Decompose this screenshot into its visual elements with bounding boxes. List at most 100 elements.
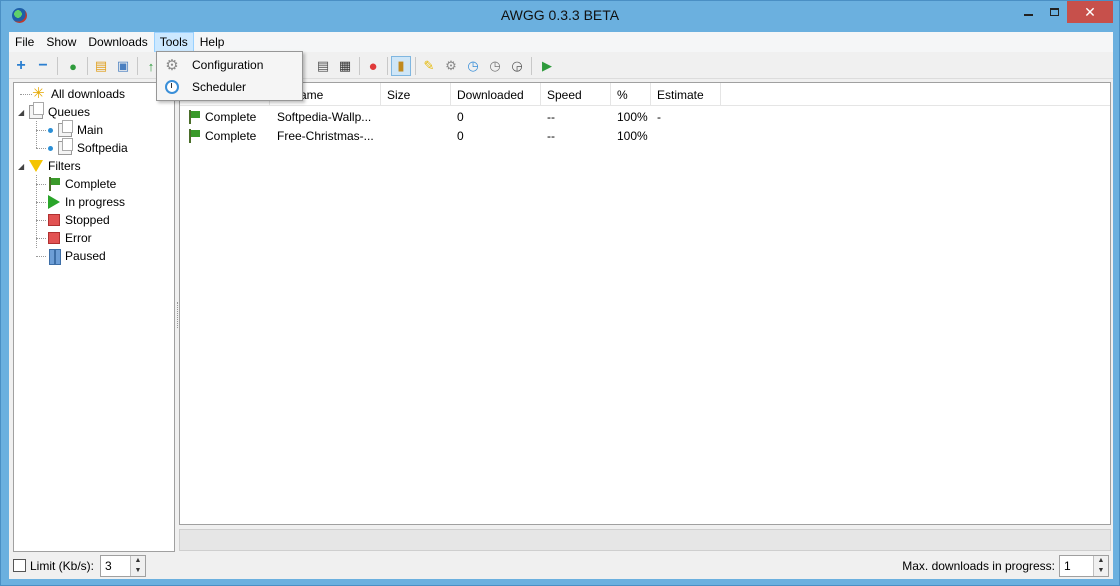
column-header-percent[interactable]: % [611,83,651,106]
app-window: AWGG 0.3.3 BETA ✕ File Show Downloads To… [0,0,1120,586]
table-row[interactable]: Complete Free-Christmas-... 0 -- 100% [180,127,1110,146]
document-dark-icon: ▦ [338,58,352,73]
globe-icon: ● [69,58,77,74]
clock-icon: ◷ [467,58,479,73]
exit-button[interactable]: ▶ [537,56,557,76]
list-header: ame Size Downloaded Speed % Estimate [180,83,1110,106]
name-cell: Softpedia-Wallp... [277,110,372,124]
tree-connector [36,256,46,257]
status-text: Complete [205,129,257,143]
limit-value[interactable]: 3 [105,559,112,573]
menu-item-scheduler[interactable]: Scheduler [158,76,301,98]
title-bar[interactable]: AWGG 0.3.3 BETA ✕ [1,1,1119,31]
copy-button[interactable]: ▣ [113,56,133,76]
record-icon: ● [368,57,378,75]
max-downloads-value[interactable]: 1 [1064,559,1071,573]
tree-item-label: In progress [65,195,126,209]
clean-button[interactable]: ✎ [419,56,439,76]
tree-item-label: Stopped [65,213,110,227]
client-area: File Show Downloads Tools Help + − ● ▤ ▣… [9,32,1113,579]
star-icon: ✳ [32,85,45,102]
toolbar-separator [387,57,388,75]
tree-connector [20,94,32,95]
broom-icon: ✎ [423,58,435,73]
stop-icon [48,214,60,226]
tree-item-queue-main[interactable]: Main [48,120,104,139]
document-button[interactable]: ▤ [313,56,333,76]
downloads-list[interactable]: ame Size Downloaded Speed % Estimate Com… [179,82,1111,525]
tree-item-queues[interactable]: ◢ Queues [18,102,90,121]
menu-item-configuration[interactable]: ⚙ Configuration [158,54,301,76]
toolbar-separator [137,57,138,75]
add-download-button[interactable]: + [11,56,31,76]
tree-connector [36,148,46,149]
collapse-arrow-icon[interactable]: ◢ [18,162,26,171]
tree-connector [36,202,46,203]
spin-down-icon[interactable]: ▼ [1094,566,1108,576]
gear-icon: ⚙ [165,57,179,74]
menu-help[interactable]: Help [194,32,231,52]
clock-icon [164,79,180,95]
menu-item-label: Scheduler [192,80,247,94]
globe-button[interactable]: ● [63,56,83,76]
alarm-button[interactable]: ◷ [485,56,505,76]
spin-up-icon[interactable]: ▲ [131,556,145,566]
clipboard-button[interactable]: ▮ [391,56,411,76]
close-button[interactable]: ✕ [1067,1,1113,23]
column-header-size[interactable]: Size [381,83,451,106]
tree-item-filter-in-progress[interactable]: In progress [48,193,125,211]
scheduler-button[interactable]: ◷ [463,56,483,76]
tools-dropdown: ⚙ Configuration Scheduler [156,51,303,101]
spin-up-icon[interactable]: ▲ [1094,556,1108,566]
gear-icon: ⚙ [445,58,457,73]
minimize-button[interactable] [1015,1,1041,23]
flag-icon [188,110,200,124]
collapse-arrow-icon[interactable]: ◢ [18,108,26,117]
estimate-cell: - [657,110,661,124]
settings-button[interactable]: ⚙ [441,56,461,76]
menu-tools[interactable]: Tools [153,32,194,52]
timer-button[interactable]: ◶ [507,56,527,76]
pause-icon [48,249,61,265]
tree-item-queue-softpedia[interactable]: Softpedia [48,138,128,157]
bullet-icon [48,127,53,133]
limit-checkbox[interactable] [13,559,26,572]
downloaded-cell: 0 [457,129,464,143]
clock-face [165,80,179,94]
column-header-downloaded[interactable]: Downloaded [451,83,541,106]
document-dark-button[interactable]: ▦ [335,56,355,76]
tree-item-filter-paused[interactable]: Paused [48,247,106,265]
column-header-speed[interactable]: Speed [541,83,611,106]
tree-connector [36,220,46,221]
remove-download-button[interactable]: − [33,56,53,76]
spinner-arrows[interactable]: ▲ ▼ [1093,556,1108,576]
menu-file[interactable]: File [9,32,40,52]
flag-icon [48,177,60,191]
maximize-icon [1049,8,1059,16]
max-downloads-spinner[interactable]: 1 ▲ ▼ [1059,555,1109,577]
max-downloads-label: Max. downloads in progress: [902,559,1055,573]
status-cell: Complete [188,110,256,124]
open-folder-button[interactable]: ▤ [91,56,111,76]
tree-item-filter-complete[interactable]: Complete [48,175,116,193]
folder-icon: ▤ [94,58,108,73]
category-tree[interactable]: ✳ All downloads ◢ Queues Main Softpedia [13,82,175,552]
tree-item-filter-error[interactable]: Error [48,229,92,247]
plus-icon: + [16,57,26,74]
column-header-estimate[interactable]: Estimate [651,83,721,106]
spinner-arrows[interactable]: ▲ ▼ [130,556,145,576]
maximize-button[interactable] [1041,1,1067,23]
table-row[interactable]: Complete Softpedia-Wallp... 0 -- 100% - [180,108,1110,127]
arrow-up-icon: ↑ [147,58,155,74]
tree-item-label: Main [77,123,104,137]
menu-downloads[interactable]: Downloads [82,32,153,52]
tree-item-filter-stopped[interactable]: Stopped [48,211,110,229]
toolbar-separator [57,57,58,75]
tree-item-all-downloads[interactable]: ✳ All downloads [32,85,125,103]
menu-show[interactable]: Show [40,32,82,52]
limit-spinner[interactable]: 3 ▲ ▼ [100,555,146,577]
tree-item-filters[interactable]: ◢ Filters [18,157,81,175]
toolbar-separator [87,57,88,75]
stop-all-button[interactable]: ● [363,56,383,76]
spin-down-icon[interactable]: ▼ [131,566,145,576]
